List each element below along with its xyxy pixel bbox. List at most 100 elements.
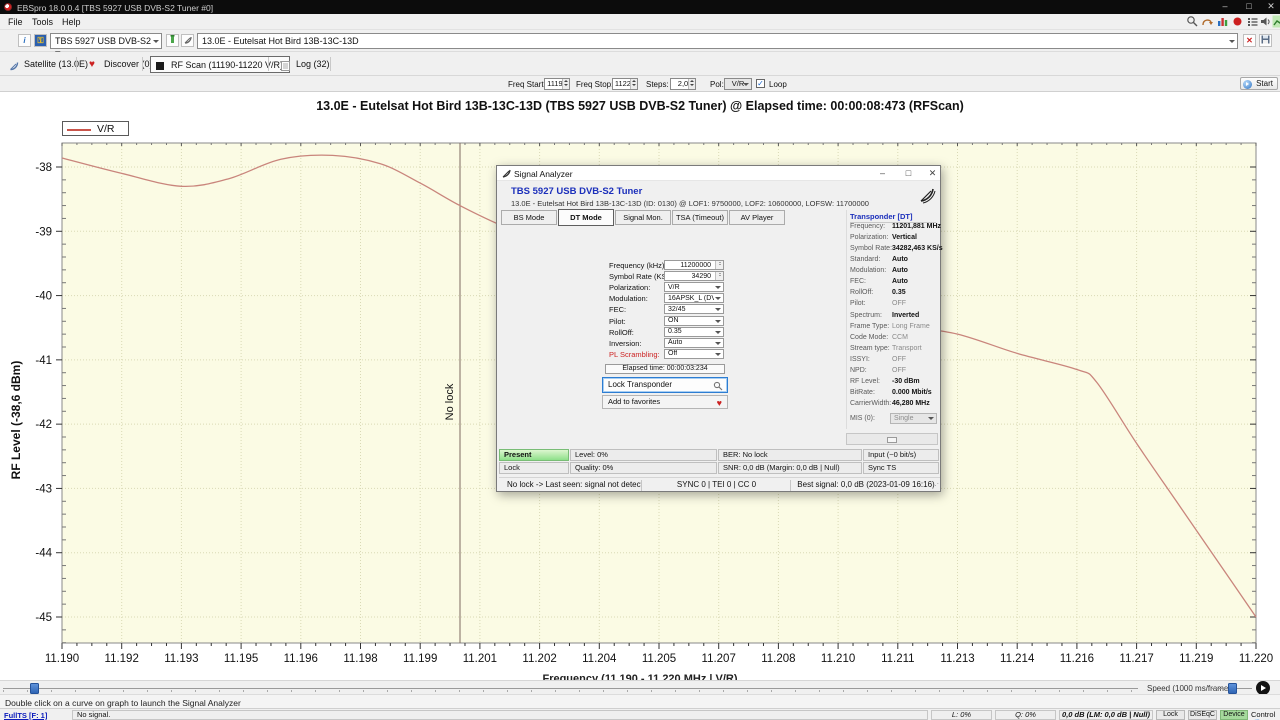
menu-help[interactable]: Help (58, 16, 85, 28)
spinner-icon[interactable] (715, 261, 723, 269)
control-menu-button[interactable]: Control (1251, 710, 1280, 720)
info-icon[interactable]: i (18, 34, 31, 47)
app-window: EBSpro 18.0.0.4 [TBS 5927 USB DVB-S2 Tun… (0, 0, 1280, 720)
form-field-value: 32/45 (668, 306, 686, 313)
x-tick-label: 11.199 (403, 653, 437, 665)
timeline-slider-ticks (3, 690, 1138, 692)
play-button[interactable] (1256, 681, 1270, 695)
window-minimize-button[interactable]: – (1216, 0, 1234, 14)
form-field-symbol-rate-ks-s[interactable]: 34290 (664, 271, 724, 281)
record-icon[interactable] (1231, 15, 1244, 28)
timeline-slider-thumb[interactable] (30, 683, 39, 694)
form-field-pl-scrambling[interactable]: Off (664, 349, 724, 359)
resize-grip[interactable]: ⋰ (932, 482, 939, 490)
chart-legend: V/R (62, 121, 129, 136)
list-icon[interactable] (1246, 15, 1259, 28)
menu-file[interactable]: File (4, 16, 27, 28)
transponder-row: Modulation:Auto (850, 267, 938, 278)
tab-label: Log (32) (296, 59, 330, 69)
form-field-rolloff[interactable]: 0.35 (664, 327, 724, 337)
window-maximize-button[interactable]: □ (1240, 0, 1258, 14)
start-button[interactable]: Start (1240, 77, 1278, 90)
menu-tools[interactable]: Tools (28, 16, 57, 28)
steps-value: 2,0 (678, 79, 688, 88)
speed-slider-thumb[interactable] (1228, 683, 1237, 694)
analyzer-elapsed-time: Elapsed time: 00:00:03:234 (605, 364, 725, 374)
status-cell-present: Present (499, 449, 569, 461)
delete-icon[interactable]: ✕ (1243, 34, 1256, 47)
transponder-label: Polarization: (850, 234, 889, 241)
timeline-slider-track[interactable] (3, 688, 1138, 689)
transponder-value: Auto (892, 256, 908, 263)
collapse-panel-button[interactable] (846, 433, 938, 445)
spinner-icon[interactable] (630, 79, 637, 89)
transponder-label: NPD: (850, 367, 867, 374)
quality-cell: Q: 0% (995, 710, 1056, 720)
spinner-icon[interactable] (715, 272, 723, 280)
form-label: Frequency (kHz): (609, 261, 667, 270)
analyzer-tab-av-player[interactable]: AV Player (729, 210, 785, 225)
fullts-link[interactable]: FullTS [F: 1] (4, 711, 47, 720)
loop-label: Loop (769, 80, 787, 89)
analyzer-tab-signal-mon-[interactable]: Signal Mon. (615, 210, 671, 225)
unlock-icon[interactable]: ⚿ (34, 34, 47, 47)
save-icon[interactable] (1259, 34, 1272, 47)
dialog-close-button[interactable]: ✕ (924, 167, 941, 180)
freq-stop-input[interactable]: 11220 (612, 78, 638, 90)
form-field-pilot[interactable]: ON (664, 316, 724, 326)
add-to-favorites-button[interactable]: Add to favorites ♥ (602, 395, 728, 409)
analyzer-tab-tsa-timeout-[interactable]: TSA (Timeout) (672, 210, 728, 225)
redo-arrow-icon[interactable] (1201, 15, 1214, 28)
speaker-icon[interactable] (1259, 15, 1272, 28)
mis-select[interactable]: Single (890, 413, 937, 424)
dialog-maximize-button[interactable]: □ (900, 167, 917, 180)
spinner-icon[interactable] (562, 79, 569, 89)
form-field-fec[interactable]: 32/45 (664, 304, 724, 314)
tuner-select[interactable]: TBS 5927 USB DVB-S2 Tuner (50, 33, 162, 49)
spinner-icon[interactable] (688, 79, 695, 89)
main-statusbar: FullTS [F: 1] No signal. L: 0% Q: 0% 0,0… (0, 708, 1280, 720)
lock-button[interactable]: Lock (1156, 710, 1185, 720)
tab-rf-scan[interactable]: RF Scan (11190-11220 V/R) (150, 56, 290, 73)
lock-transponder-button[interactable]: Lock Transponder (602, 377, 728, 393)
power-icon[interactable] (166, 34, 179, 47)
signal-meter-icon[interactable] (1272, 15, 1280, 28)
x-tick-label: 11.216 (1060, 653, 1094, 665)
satellite-select[interactable]: 13.0E - Eutelsat Hot Bird 13B-13C-13D (197, 33, 1238, 49)
analyzer-tab-bs-mode[interactable]: BS Mode (501, 210, 557, 225)
chevron-down-icon (928, 417, 934, 423)
scan-icon (156, 61, 166, 71)
tab-log[interactable]: Log (32) (276, 56, 336, 73)
form-field-modulation[interactable]: 16APSK_L (DVB-S2X (664, 293, 724, 303)
level-cell: L: 0% (931, 710, 992, 720)
diseqc-button[interactable]: DiSEqC (1188, 710, 1217, 720)
chart-icon[interactable] (1216, 15, 1229, 28)
dialog-titlebar[interactable]: Signal Analyzer – □ ✕ (497, 166, 940, 181)
tab-discover[interactable]: ♥ Discover (0) (84, 56, 159, 73)
window-close-button[interactable]: ✕ (1262, 0, 1280, 14)
chevron-down-icon (715, 331, 721, 337)
legend-label: V/R (97, 123, 115, 135)
form-field-frequency-khz[interactable]: 11200000 (664, 260, 724, 270)
analyzer-tab-dt-mode[interactable]: DT Mode (558, 209, 614, 226)
tab-satellite[interactable]: Satellite (13.0E) (4, 56, 94, 73)
steps-input[interactable]: 2,0 (670, 78, 696, 90)
statusbar-sync-counters: SYNC 0 | TEI 0 | CC 0 (643, 480, 791, 491)
form-field-value: 0.35 (668, 328, 682, 335)
form-field-polarization[interactable]: V/R (664, 282, 724, 292)
freq-start-input[interactable]: 11190 (544, 78, 570, 90)
zoom-search-icon[interactable] (1186, 15, 1199, 28)
satellite-dish-icon (9, 60, 19, 70)
dish-icon[interactable] (181, 34, 194, 47)
transponder-value: Inverted (892, 312, 919, 319)
form-field-inversion[interactable]: Auto (664, 338, 724, 348)
form-label: Modulation: (609, 294, 648, 303)
dialog-minimize-button[interactable]: – (874, 167, 891, 180)
x-tick-label: 11.210 (821, 653, 855, 665)
loop-checkbox[interactable]: ✓ (756, 79, 765, 88)
pol-select[interactable]: V/R (724, 78, 752, 90)
add-to-favorites-label: Add to favorites (608, 397, 660, 406)
device-button[interactable]: Device (1220, 710, 1248, 720)
view-tabbar: Satellite (13.0E) ♥ Discover (0) RF Scan… (0, 52, 1280, 76)
transponder-row: BitRate:0.000 Mbit/s (850, 389, 938, 400)
